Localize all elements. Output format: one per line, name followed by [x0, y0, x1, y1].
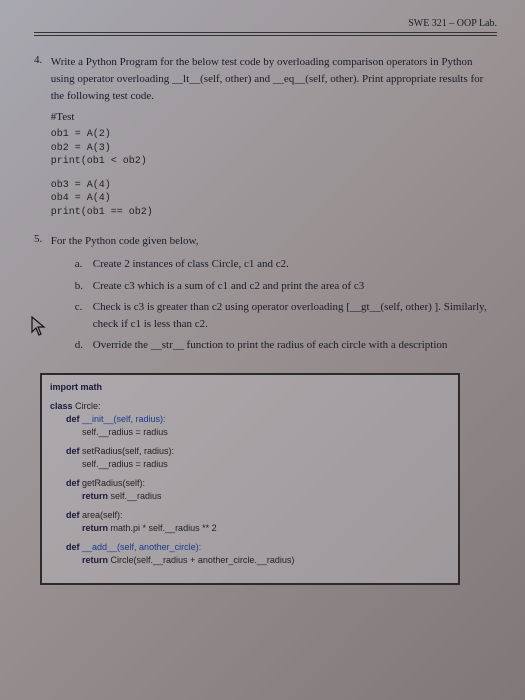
q5-a-text: Create 2 instances of class Circle, c1 a… — [93, 258, 289, 270]
q4-prompt: Write a Python Program for the below tes… — [51, 56, 484, 102]
code-class-name: Circle: — [75, 401, 101, 411]
q5-number: 5. — [34, 233, 48, 245]
code-l2: __init__(self, radius): — [82, 414, 166, 424]
code-ret2: return — [82, 523, 108, 533]
code-class-kw: class — [50, 401, 73, 411]
q5-sublist: a. Create 2 instances of class Circle, c1… — [75, 256, 494, 354]
q5-item-c: c. Check is c3 is greater than c2 using o… — [75, 299, 494, 332]
code-l11b: Circle(self.__radius + another_circle.__… — [111, 555, 295, 565]
q5-body: For the Python code given below, a. Creat… — [51, 233, 494, 359]
python-code-box: import math class Circle: def __init__(s… — [40, 373, 460, 586]
code-l10: __add__(self, another_circle): — [82, 542, 201, 552]
q5-item-d: d. Override the __str__ function to print… — [75, 337, 494, 354]
question-5: 5. For the Python code given below, a. Cr… — [34, 233, 497, 359]
q4-number: 4. — [34, 54, 48, 66]
q5-item-b: b. Create c3 which is a sum of c1 and c2 … — [75, 278, 494, 295]
code-def-kw: def — [66, 414, 80, 424]
code-l0: import math — [50, 382, 102, 392]
course-label: SWE 321 – OOP Lab. — [408, 18, 497, 29]
code-l9b: math.pi * self.__radius ** 2 — [111, 523, 217, 533]
page-header: SWE 321 – OOP Lab. — [34, 18, 497, 33]
code-def-kw4: def — [66, 510, 80, 520]
code-l6: getRadius(self): — [82, 478, 145, 488]
code-def-kw2: def — [66, 446, 80, 456]
q4-body: Write a Python Program for the below tes… — [51, 54, 494, 219]
code-l3: self.__radius = radius — [82, 426, 450, 439]
q5-d-text: Override the __str__ function to print t… — [93, 339, 448, 351]
header-rule — [34, 35, 497, 36]
question-4: 4. Write a Python Program for the below … — [34, 54, 497, 219]
label-d: d. — [75, 337, 83, 354]
code-def-kw5: def — [66, 542, 80, 552]
code-ret1: return — [82, 491, 108, 501]
q5-c-text: Check is c3 is greater than c2 using ope… — [93, 301, 487, 330]
label-c: c. — [75, 299, 83, 316]
label-a: a. — [75, 256, 83, 273]
code-def-kw3: def — [66, 478, 80, 488]
code-l4: setRadius(self, radius): — [82, 446, 174, 456]
label-b: b. — [75, 278, 83, 295]
q4-test-label: #Test — [51, 109, 494, 126]
code-l7b: self.__radius — [111, 491, 162, 501]
code-l8: area(self): — [82, 510, 123, 520]
q4-code-block-2: ob3 = A(4) ob4 = A(4) print(ob1 == ob2) — [51, 179, 494, 220]
q5-item-a: a. Create 2 instances of class Circle, c1… — [75, 256, 494, 273]
q4-code-block-1: ob1 = A(2) ob2 = A(3) print(ob1 < ob2) — [51, 128, 494, 169]
code-ret3: return — [82, 555, 108, 565]
q5-prompt: For the Python code given below, — [51, 235, 199, 247]
q5-b-text: Create c3 which is a sum of c1 and c2 an… — [93, 280, 365, 292]
spacer — [51, 169, 494, 177]
code-l5: self.__radius = radius — [82, 458, 450, 471]
